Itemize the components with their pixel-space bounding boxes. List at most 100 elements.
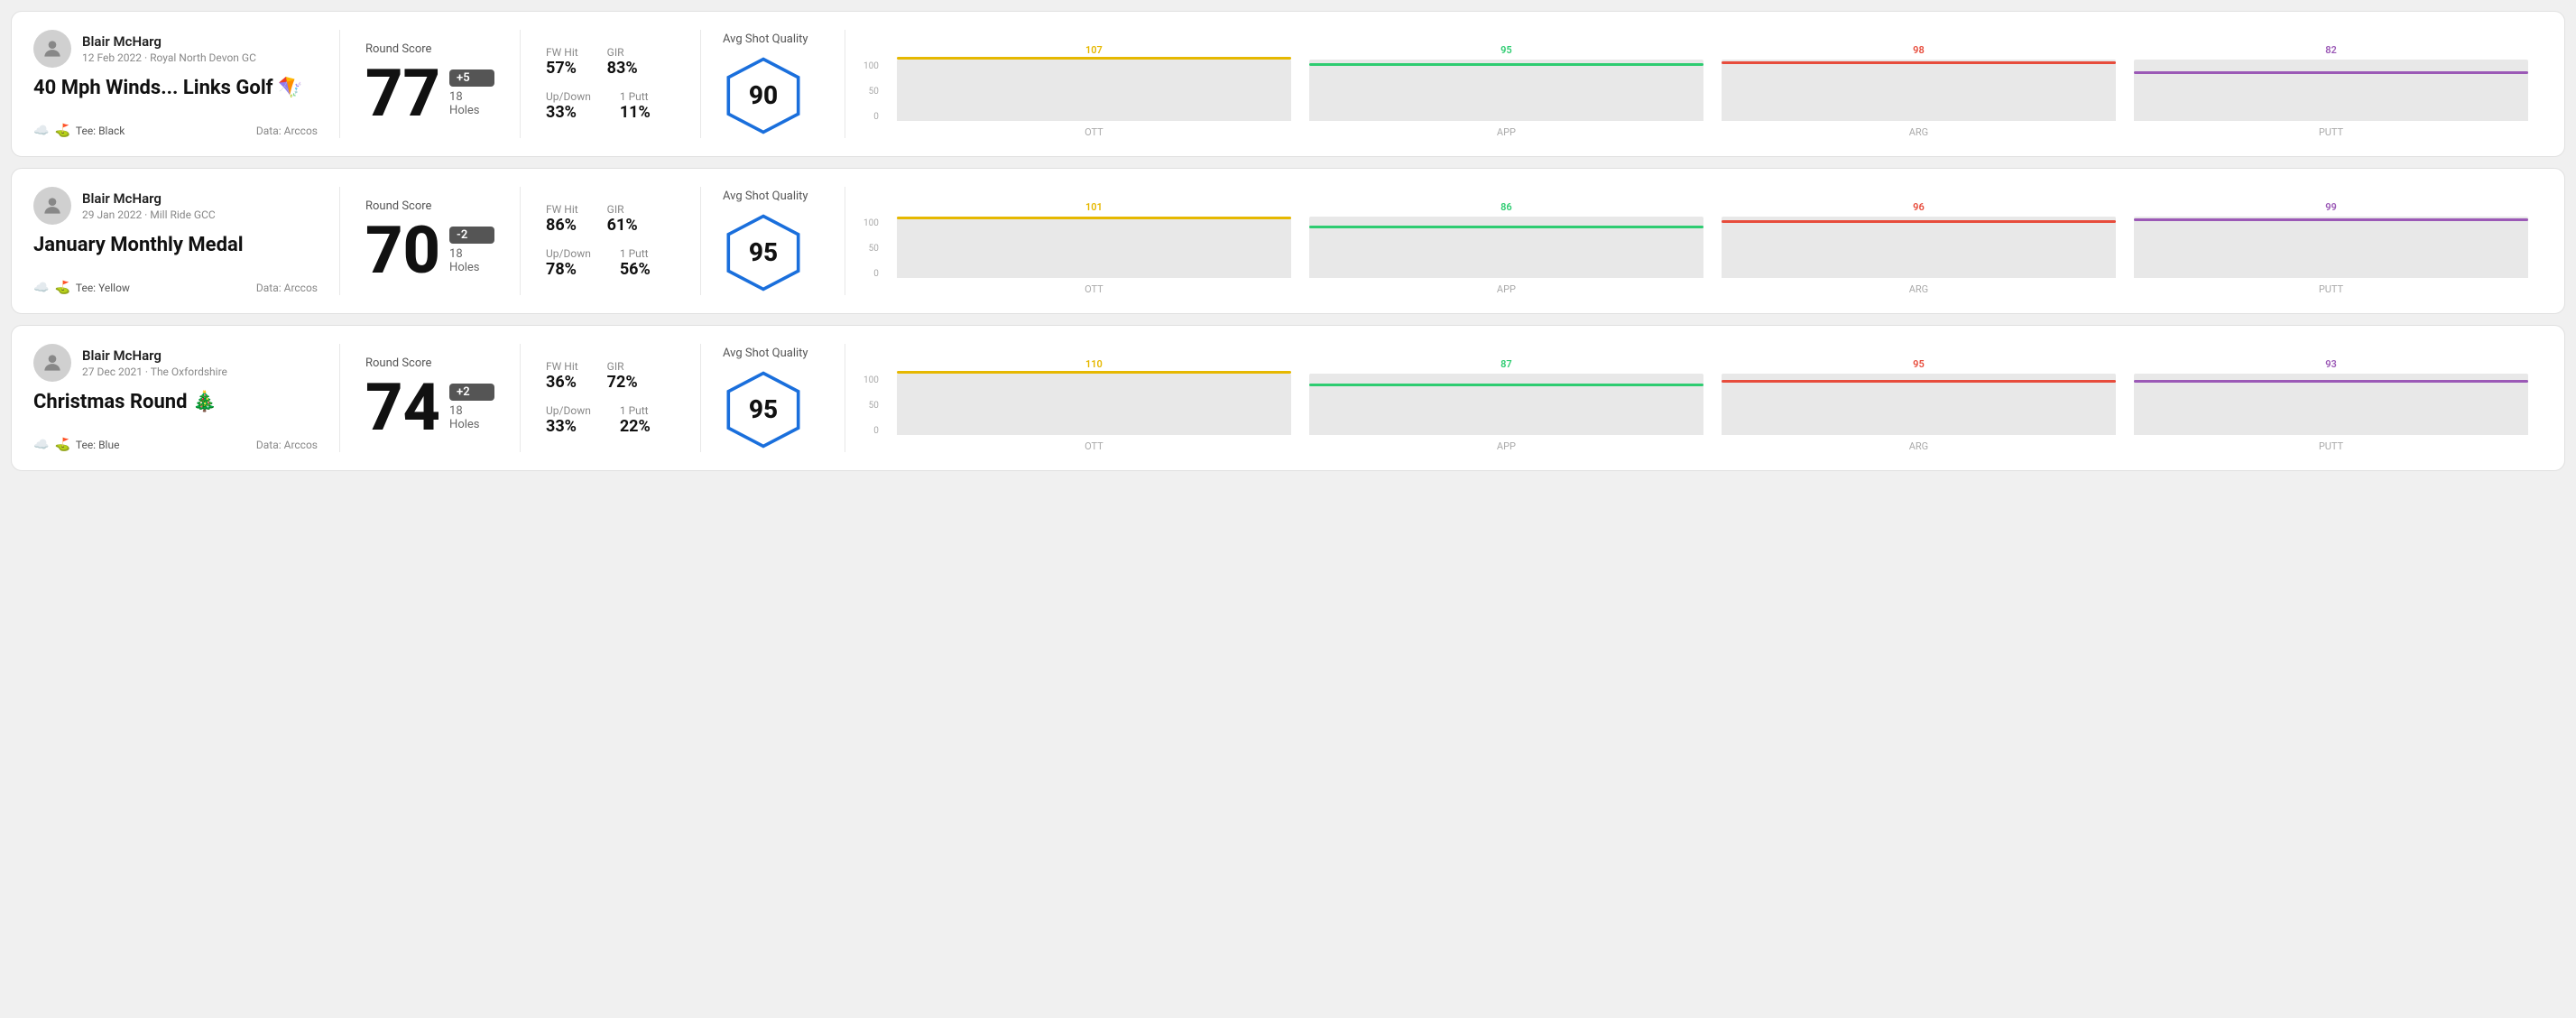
chart-x-label-arg: ARG — [1909, 440, 1928, 452]
chart-bar-line-app — [1309, 63, 1703, 66]
chart-bar-line-arg — [1722, 61, 2116, 64]
one-putt-label: 1 Putt — [620, 404, 651, 417]
chart-bar-wrap-putt — [2134, 374, 2528, 435]
avg-quality-label: Avg Shot Quality — [723, 32, 808, 46]
fw-hit-label: FW Hit — [546, 46, 578, 59]
chart-bar-wrap-putt — [2134, 217, 2528, 278]
stat-row-2: Up/Down 33% 1 Putt 22% — [546, 404, 675, 436]
chart-value-putt: 93 — [2325, 358, 2337, 370]
chart-bar-wrap-ott — [897, 217, 1291, 278]
quality-section: Avg Shot Quality 95 — [701, 344, 845, 452]
gir-value: 83% — [607, 59, 638, 78]
chart-bar-wrap-app — [1309, 217, 1703, 278]
round-title: 40 Mph Winds... Links Golf 🪁 — [33, 77, 318, 100]
fw-hit-label: FW Hit — [546, 360, 578, 373]
chart-bar-fill-putt — [2134, 221, 2528, 278]
stat-row-1: FW Hit 57% GIR 83% — [546, 46, 675, 78]
chart-section: 100 50 0 101 OTT 86 — [845, 187, 2543, 295]
up-down-value: 78% — [546, 260, 591, 279]
chart-bar-fill-ott — [897, 374, 1291, 435]
fw-hit-value: 86% — [546, 216, 578, 235]
player-section: Blair McHarg 29 Jan 2022 · Mill Ride GCC… — [33, 187, 340, 295]
chart-bar-fill-putt — [2134, 383, 2528, 435]
tee-label: Tee: Black — [76, 125, 125, 137]
chart-section: 100 50 0 107 OTT 95 — [845, 30, 2543, 138]
chart-col-app: 86 APP — [1309, 201, 1703, 295]
player-date: 29 Jan 2022 · Mill Ride GCC — [82, 208, 216, 221]
chart-bar-fill-arg — [1722, 223, 2116, 278]
chart-bar-wrap-arg — [1722, 60, 2116, 121]
round-score-label: Round Score — [365, 199, 494, 213]
one-putt-value: 11% — [620, 103, 651, 122]
data-source: Data: Arccos — [256, 125, 318, 137]
player-info: Blair McHarg 12 Feb 2022 · Royal North D… — [82, 33, 256, 64]
tee-label: Tee: Yellow — [76, 282, 130, 294]
golf-icon: ⛳ — [54, 438, 69, 452]
chart-bar-wrap-arg — [1722, 374, 2116, 435]
score-holes: 18 Holes — [449, 404, 494, 431]
cloud-icon: ☁️ — [33, 124, 49, 138]
chart-value-ott: 110 — [1085, 358, 1103, 370]
y-label-100: 100 — [863, 218, 879, 228]
player-date: 27 Dec 2021 · The Oxfordshire — [82, 366, 227, 378]
chart-bar-line-arg — [1722, 380, 2116, 383]
player-section: Blair McHarg 27 Dec 2021 · The Oxfordshi… — [33, 344, 340, 452]
stats-section: FW Hit 86% GIR 61% Up/Down 78% 1 Putt 56… — [521, 187, 701, 295]
player-bottom: ☁️ ⛳ Tee: Black Data: Arccos — [33, 124, 318, 138]
round-card: Blair McHarg 12 Feb 2022 · Royal North D… — [11, 11, 2565, 157]
gir-value: 72% — [607, 373, 638, 392]
one-putt-value: 56% — [620, 260, 651, 279]
chart-bar-fill-app — [1309, 66, 1703, 121]
chart-bar-wrap-ott — [897, 60, 1291, 121]
round-card: Blair McHarg 27 Dec 2021 · The Oxfordshi… — [11, 325, 2565, 471]
avatar — [33, 344, 71, 382]
hexagon-container: 95 — [723, 212, 804, 293]
y-label-100: 100 — [863, 61, 879, 71]
stat-row-2: Up/Down 78% 1 Putt 56% — [546, 247, 675, 279]
chart-section: 100 50 0 110 OTT 87 — [845, 344, 2543, 452]
score-number: 77 — [365, 61, 440, 126]
score-holes: 18 Holes — [449, 247, 494, 274]
stat-fw-hit: FW Hit 36% — [546, 360, 578, 392]
chart-bar-line-app — [1309, 384, 1703, 386]
stats-section: FW Hit 57% GIR 83% Up/Down 33% 1 Putt 11… — [521, 30, 701, 138]
y-label-50: 50 — [863, 244, 879, 254]
quality-section: Avg Shot Quality 90 — [701, 30, 845, 138]
chart-bar-line-ott — [897, 371, 1291, 374]
chart-bar-wrap-putt — [2134, 60, 2528, 121]
y-label-50: 50 — [863, 401, 879, 411]
hexagon-score: 95 — [749, 237, 778, 267]
chart-col-ott: 107 OTT — [897, 44, 1291, 138]
gir-label: GIR — [607, 203, 638, 216]
chart-x-label-arg: ARG — [1909, 283, 1928, 295]
cloud-icon: ☁️ — [33, 281, 49, 295]
chart-bar-fill-arg — [1722, 64, 2116, 121]
chart-bar-wrap-app — [1309, 374, 1703, 435]
chart-value-app: 86 — [1500, 201, 1512, 213]
chart-bar-fill-ott — [897, 219, 1291, 278]
chart-bar-line-ott — [897, 57, 1291, 60]
chart-x-label-app: APP — [1497, 283, 1516, 295]
chart-bar-fill-app — [1309, 386, 1703, 435]
score-section: Round Score 70 -2 18 Holes — [340, 187, 521, 295]
stat-up-down: Up/Down 78% — [546, 247, 591, 279]
data-source: Data: Arccos — [256, 282, 318, 294]
hexagon-container: 90 — [723, 55, 804, 136]
chart-x-label-app: APP — [1497, 126, 1516, 138]
stat-one-putt: 1 Putt 22% — [620, 404, 651, 436]
chart-value-arg: 98 — [1913, 44, 1925, 56]
chart-columns: 107 OTT 95 APP 98 — [897, 44, 2528, 138]
score-section: Round Score 77 +5 18 Holes — [340, 30, 521, 138]
tee-info: ☁️ ⛳ Tee: Black — [33, 124, 125, 138]
one-putt-label: 1 Putt — [620, 90, 651, 103]
stat-fw-hit: FW Hit 86% — [546, 203, 578, 235]
chart-col-putt: 99 PUTT — [2134, 201, 2528, 295]
avg-quality-label: Avg Shot Quality — [723, 347, 808, 360]
avatar-icon — [41, 194, 64, 217]
score-badge: +5 — [449, 69, 494, 87]
cloud-icon: ☁️ — [33, 438, 49, 452]
chart-bar-fill-arg — [1722, 383, 2116, 435]
y-label-0: 0 — [863, 112, 879, 122]
stat-fw-hit: FW Hit 57% — [546, 46, 578, 78]
y-label-0: 0 — [863, 269, 879, 279]
